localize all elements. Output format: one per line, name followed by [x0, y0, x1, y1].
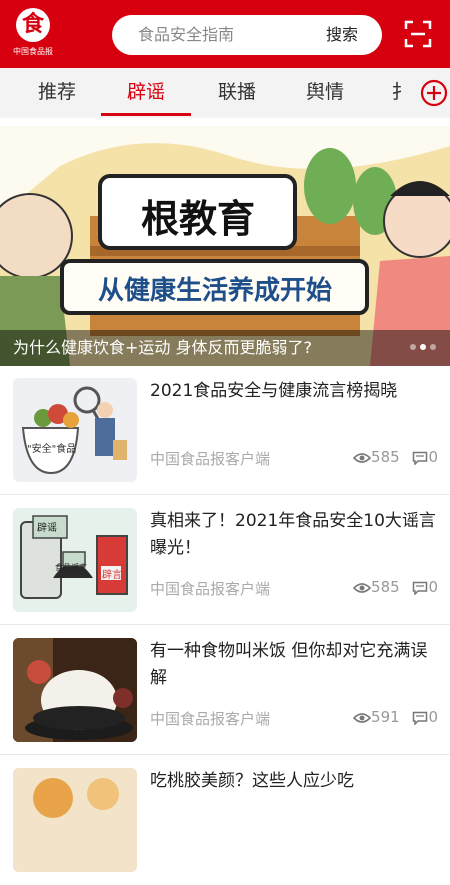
- article-stats: 591 0: [353, 708, 438, 726]
- article-item[interactable]: "安全"食品 2021食品安全与健康流言榜揭晓 中国食品报客户端 585 0: [0, 366, 450, 495]
- tab-public-opinion[interactable]: 舆情: [292, 68, 358, 118]
- article-item[interactable]: 吃桃胶美颜？这些人应少吃: [0, 756, 450, 885]
- article-title[interactable]: 有一种食物叫米饭 但你却对它充满误解: [150, 638, 440, 692]
- comment-icon: [413, 451, 428, 465]
- article-thumbnail: 辟谣 食品谣言 辟言: [13, 508, 137, 612]
- comment-count: 0: [428, 578, 438, 596]
- banner-caption-text: 为什么健康饮食+运动 身体反而更脆弱了?: [13, 338, 312, 357]
- search-button[interactable]: 搜索: [326, 15, 358, 55]
- logo-text: 中国食品报: [13, 47, 53, 56]
- comment-icon: [413, 581, 428, 595]
- thumb-caption: "安全"食品: [27, 444, 77, 455]
- thumb-caption: 辟言: [102, 570, 122, 581]
- article-thumbnail: [13, 638, 137, 742]
- tab-recommend[interactable]: 推荐: [24, 68, 90, 118]
- view-count: 591: [371, 708, 400, 726]
- article-title[interactable]: 2021食品安全与健康流言榜揭晓: [150, 378, 440, 405]
- add-channel-icon[interactable]: [420, 79, 448, 107]
- carousel-dot[interactable]: [420, 344, 426, 350]
- eye-icon: [353, 453, 372, 463]
- view-count: 585: [371, 448, 400, 466]
- comment-count: 0: [428, 448, 438, 466]
- eye-icon: [353, 713, 372, 723]
- peach-gum-photo-icon: [13, 768, 137, 872]
- magnifier-illustration-icon: [21, 386, 127, 475]
- search-input[interactable]: 食品安全指南: [138, 15, 234, 55]
- banner-sign-bottom: 从健康生活养成开始: [97, 276, 332, 306]
- banner-sign-top: 根教育: [140, 197, 255, 241]
- banner-caption[interactable]: 为什么健康饮食+运动 身体反而更脆弱了?: [0, 330, 450, 366]
- article-stats: 585 0: [353, 448, 438, 466]
- carousel-dots: [410, 344, 440, 352]
- logo-glyph: 食: [21, 12, 44, 37]
- article-stats: 585 0: [353, 578, 438, 596]
- tab-debunk[interactable]: 辟谣: [112, 68, 180, 118]
- thumb-caption: 食品谣言: [55, 563, 87, 572]
- carousel-dot[interactable]: [410, 344, 416, 350]
- comment-icon: [413, 711, 428, 725]
- search-bar[interactable]: 食品安全指南 搜索: [112, 15, 382, 55]
- eye-icon: [353, 583, 372, 593]
- brand-logo[interactable]: 食 中国食品报: [10, 8, 54, 60]
- active-tab-indicator: [101, 113, 191, 116]
- article-title[interactable]: 真相来了！2021年食品安全10大谣言曝光！: [150, 508, 440, 562]
- carousel-dot[interactable]: [430, 344, 436, 350]
- article-title[interactable]: 吃桃胶美颜？这些人应少吃: [150, 768, 440, 795]
- scan-icon[interactable]: [404, 20, 432, 48]
- comment-count: 0: [428, 708, 438, 726]
- rumor-illustration-icon: [20, 515, 128, 599]
- article-thumbnail: [13, 768, 137, 872]
- tab-partial[interactable]: 扌: [386, 68, 416, 118]
- category-tabs: 推荐 辟谣 联播 舆情 扌: [0, 68, 450, 118]
- view-count: 585: [371, 578, 400, 596]
- tab-broadcast[interactable]: 联播: [204, 68, 270, 118]
- article-source: 中国食品报客户端: [150, 450, 271, 468]
- app-header: 食 中国食品报 食品安全指南 搜索: [0, 0, 450, 68]
- article-source: 中国食品报客户端: [150, 580, 271, 598]
- article-source: 中国食品报客户端: [150, 710, 271, 728]
- rice-bowl-photo-icon: [13, 638, 137, 742]
- thumb-caption: 辟谣: [37, 523, 57, 534]
- article-item[interactable]: 有一种食物叫米饭 但你却对它充满误解 中国食品报客户端 591 0: [0, 626, 450, 755]
- article-item[interactable]: 辟谣 食品谣言 辟言 真相来了！2021年食品安全10大谣言曝光！ 中国食品报客…: [0, 496, 450, 625]
- article-thumbnail: "安全"食品: [13, 378, 137, 482]
